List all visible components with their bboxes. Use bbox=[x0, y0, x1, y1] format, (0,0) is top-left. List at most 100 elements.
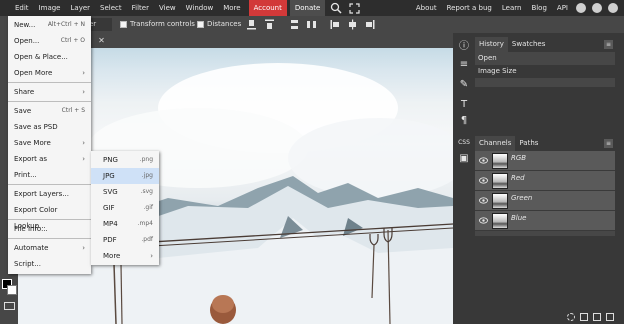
tab-channels[interactable]: Channels bbox=[475, 136, 516, 151]
chevron-right-icon: › bbox=[82, 155, 85, 163]
menu-edit[interactable]: Edit bbox=[10, 0, 34, 16]
menu-item-label: Open More bbox=[14, 69, 53, 77]
align-center-icon[interactable] bbox=[347, 19, 358, 30]
blog-link[interactable]: Blog bbox=[526, 0, 551, 16]
menu-item-file-info[interactable]: File Info... bbox=[8, 221, 91, 237]
menu-window[interactable]: Window bbox=[181, 0, 219, 16]
distribute-vertical-icon[interactable] bbox=[289, 19, 300, 30]
search-icon[interactable] bbox=[330, 2, 342, 14]
export-png[interactable]: PNG .png bbox=[91, 152, 159, 168]
twitter-icon[interactable] bbox=[592, 3, 602, 13]
export-format-extension: .jpg bbox=[141, 172, 153, 179]
channels-panel-menu-icon[interactable]: ≡ bbox=[604, 139, 613, 148]
distances-box[interactable] bbox=[197, 20, 204, 28]
align-left-icon[interactable] bbox=[330, 19, 341, 30]
menu-separator bbox=[8, 184, 91, 185]
menu-separator bbox=[8, 101, 91, 102]
transform-controls-label: Transform controls bbox=[130, 20, 195, 28]
align-top-icon[interactable] bbox=[264, 19, 275, 30]
history-panel-menu-icon[interactable]: ≡ bbox=[604, 40, 613, 49]
image-icon[interactable]: ▣ bbox=[458, 153, 470, 165]
export-mp4[interactable]: MP4 .mp4 bbox=[91, 216, 159, 232]
distribute-horizontal-icon[interactable] bbox=[306, 19, 317, 30]
menu-item-script[interactable]: Script... bbox=[8, 256, 91, 272]
channel-label: RGB bbox=[511, 154, 527, 162]
menu-item-new[interactable]: New... Alt+Ctrl + N bbox=[8, 17, 91, 33]
transform-controls-checkbox[interactable]: Transform controls bbox=[120, 20, 195, 28]
tab-paths[interactable]: Paths bbox=[515, 136, 542, 151]
menu-item-export-as[interactable]: Export as › bbox=[8, 151, 91, 167]
menu-item-share[interactable]: Share › bbox=[8, 84, 91, 100]
css-icon[interactable]: CSS bbox=[458, 137, 470, 149]
reddit-icon[interactable] bbox=[576, 3, 586, 13]
save-selection-icon[interactable] bbox=[580, 313, 588, 321]
align-right-icon[interactable] bbox=[364, 19, 375, 30]
menu-item-save-more[interactable]: Save More › bbox=[8, 135, 91, 151]
brush-icon[interactable]: ✎ bbox=[458, 79, 470, 91]
chevron-right-icon: › bbox=[82, 69, 85, 77]
tab-history[interactable]: History bbox=[475, 37, 508, 52]
channel-label: Red bbox=[511, 174, 525, 182]
channel-thumbnail bbox=[492, 153, 508, 169]
background-color-swatch[interactable] bbox=[7, 285, 17, 295]
export-gif[interactable]: GIF .gif bbox=[91, 200, 159, 216]
donate-button[interactable]: Donate bbox=[289, 0, 326, 16]
eye-icon[interactable] bbox=[479, 197, 488, 204]
tab-swatches[interactable]: Swatches bbox=[508, 37, 549, 52]
eye-icon[interactable] bbox=[479, 177, 488, 184]
menu-image[interactable]: Image bbox=[34, 0, 66, 16]
info-icon[interactable]: ⓘ bbox=[458, 41, 470, 53]
channels-panel: Channels Paths ≡ RGB Red Green Blue bbox=[475, 136, 615, 236]
facebook-icon[interactable] bbox=[608, 3, 618, 13]
menu-select[interactable]: Select bbox=[95, 0, 127, 16]
menu-item-open-more[interactable]: Open More › bbox=[8, 65, 91, 81]
channel-row-green[interactable]: Green bbox=[475, 191, 615, 211]
history-entry[interactable]: Open bbox=[475, 52, 615, 65]
export-svg[interactable]: SVG .svg bbox=[91, 184, 159, 200]
api-link[interactable]: API bbox=[552, 0, 573, 16]
export-jpg[interactable]: JPG .jpg bbox=[91, 168, 159, 184]
transform-controls-box[interactable] bbox=[120, 20, 127, 28]
distances-checkbox[interactable]: Distances bbox=[197, 20, 241, 28]
learn-link[interactable]: Learn bbox=[497, 0, 527, 16]
report-bug-link[interactable]: Report a bug bbox=[442, 0, 497, 16]
about-link[interactable]: About bbox=[411, 0, 442, 16]
menu-bar: Edit Image Layer Select Filter View Wind… bbox=[0, 0, 624, 16]
channel-row-red[interactable]: Red bbox=[475, 171, 615, 191]
menu-item-export-color-lookup[interactable]: Export Color Lookup... bbox=[8, 202, 91, 230]
export-format-extension: .gif bbox=[143, 204, 154, 211]
close-tab-icon[interactable]: ✕ bbox=[97, 36, 106, 45]
align-bottom-icon[interactable] bbox=[246, 19, 257, 30]
menu-layer[interactable]: Layer bbox=[66, 0, 96, 16]
history-panel: History Swatches ≡ Open Image Size bbox=[475, 37, 615, 87]
menu-filter[interactable]: Filter bbox=[127, 0, 154, 16]
fullscreen-icon[interactable] bbox=[349, 2, 360, 14]
menu-item-print[interactable]: Print... bbox=[8, 167, 91, 183]
character-icon[interactable]: T bbox=[458, 99, 470, 111]
keyboard-icon[interactable] bbox=[4, 302, 15, 310]
channel-row-blue[interactable]: Blue bbox=[475, 211, 615, 231]
eye-icon[interactable] bbox=[479, 217, 488, 224]
menu-item-export-layers[interactable]: Export Layers... bbox=[8, 186, 91, 202]
delete-channel-icon[interactable] bbox=[606, 313, 614, 321]
menu-more[interactable]: More bbox=[218, 0, 245, 16]
history-entry[interactable]: Image Size bbox=[475, 65, 615, 78]
menu-item-open[interactable]: Open... Ctrl + O bbox=[8, 33, 91, 49]
export-more[interactable]: More › bbox=[91, 248, 159, 264]
export-pdf[interactable]: PDF .pdf bbox=[91, 232, 159, 248]
menu-item-open-place[interactable]: Open & Place... bbox=[8, 49, 91, 65]
paragraph-icon[interactable]: ¶ bbox=[458, 115, 470, 127]
channel-row-rgb[interactable]: RGB bbox=[475, 151, 615, 171]
export-format-label: SVG bbox=[103, 188, 118, 196]
new-channel-icon[interactable] bbox=[593, 313, 601, 321]
load-selection-icon[interactable] bbox=[567, 313, 575, 321]
menu-item-save-psd[interactable]: Save as PSD bbox=[8, 119, 91, 135]
eye-icon[interactable] bbox=[479, 157, 488, 164]
properties-icon[interactable]: ≡ bbox=[458, 59, 470, 71]
menu-item-automate[interactable]: Automate › bbox=[8, 240, 91, 256]
menu-separator bbox=[8, 238, 91, 239]
menu-view[interactable]: View bbox=[154, 0, 181, 16]
account-button[interactable]: Account bbox=[248, 0, 287, 16]
menu-file[interactable] bbox=[0, 0, 10, 16]
menu-item-save[interactable]: Save Ctrl + S bbox=[8, 103, 91, 119]
